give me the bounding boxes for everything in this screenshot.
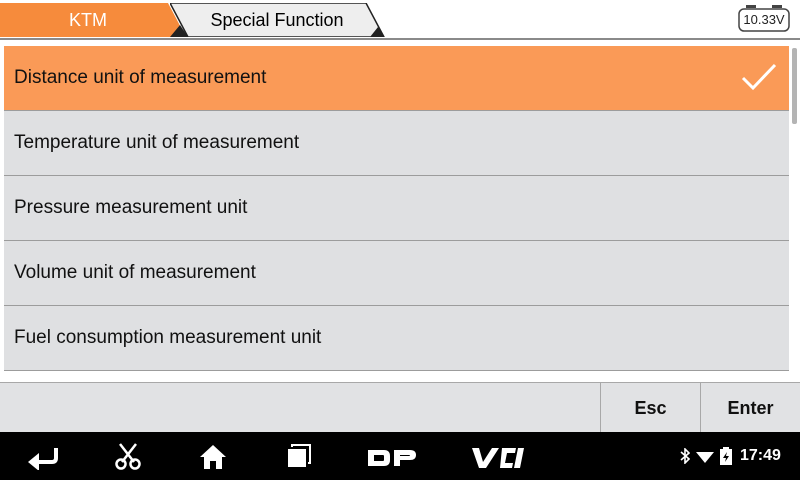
dp-icon[interactable] — [366, 444, 418, 472]
breadcrumb-item-make[interactable]: KTM — [0, 3, 188, 37]
clock: 17:49 — [740, 447, 781, 464]
vehicle-battery-indicator: 10.33V — [738, 5, 790, 33]
back-icon[interactable] — [26, 442, 60, 470]
status-area: 17:49 — [678, 432, 798, 480]
list-frame-bottom — [0, 372, 800, 382]
function-list: Distance unit of measurement Temperature… — [4, 46, 789, 372]
list-item-temperature-unit[interactable]: Temperature unit of measurement — [4, 111, 789, 176]
scrollbar-thumb[interactable] — [792, 48, 797, 124]
list-scrollbar[interactable] — [792, 46, 798, 372]
recent-apps-icon[interactable] — [284, 442, 312, 470]
list-item-label: Fuel consumption measurement unit — [14, 327, 322, 348]
list-item-distance-unit[interactable]: Distance unit of measurement — [4, 46, 789, 111]
breadcrumb-label: KTM — [69, 10, 107, 30]
system-nav-bar: 17:49 — [0, 432, 800, 480]
list-item-label: Pressure measurement unit — [14, 197, 248, 218]
action-bar: Esc Enter — [0, 382, 800, 433]
checkmark-icon — [741, 63, 777, 91]
list-item-label: Distance unit of measurement — [14, 67, 267, 88]
list-item-label: Volume unit of measurement — [14, 262, 256, 283]
title-bar: KTM Special Function 10.33V — [0, 0, 800, 40]
header-divider — [0, 38, 800, 40]
bluetooth-icon — [680, 448, 690, 464]
breadcrumb-item-function[interactable]: Special Function — [170, 3, 385, 37]
list-item-volume-unit[interactable]: Volume unit of measurement — [4, 241, 789, 306]
list-item-label: Temperature unit of measurement — [14, 132, 300, 153]
battery-icon — [720, 447, 732, 465]
scissors-icon[interactable] — [114, 442, 142, 470]
breadcrumb-label: Special Function — [210, 10, 344, 30]
wifi-icon — [696, 452, 714, 463]
esc-button[interactable]: Esc — [600, 383, 700, 433]
vci-icon[interactable] — [470, 444, 526, 472]
home-icon[interactable] — [198, 442, 228, 470]
list-item-pressure-unit[interactable]: Pressure measurement unit — [4, 176, 789, 241]
list-item-fuel-consumption-unit[interactable]: Fuel consumption measurement unit — [4, 306, 789, 371]
enter-button[interactable]: Enter — [700, 383, 800, 433]
battery-voltage: 10.33V — [743, 12, 785, 27]
